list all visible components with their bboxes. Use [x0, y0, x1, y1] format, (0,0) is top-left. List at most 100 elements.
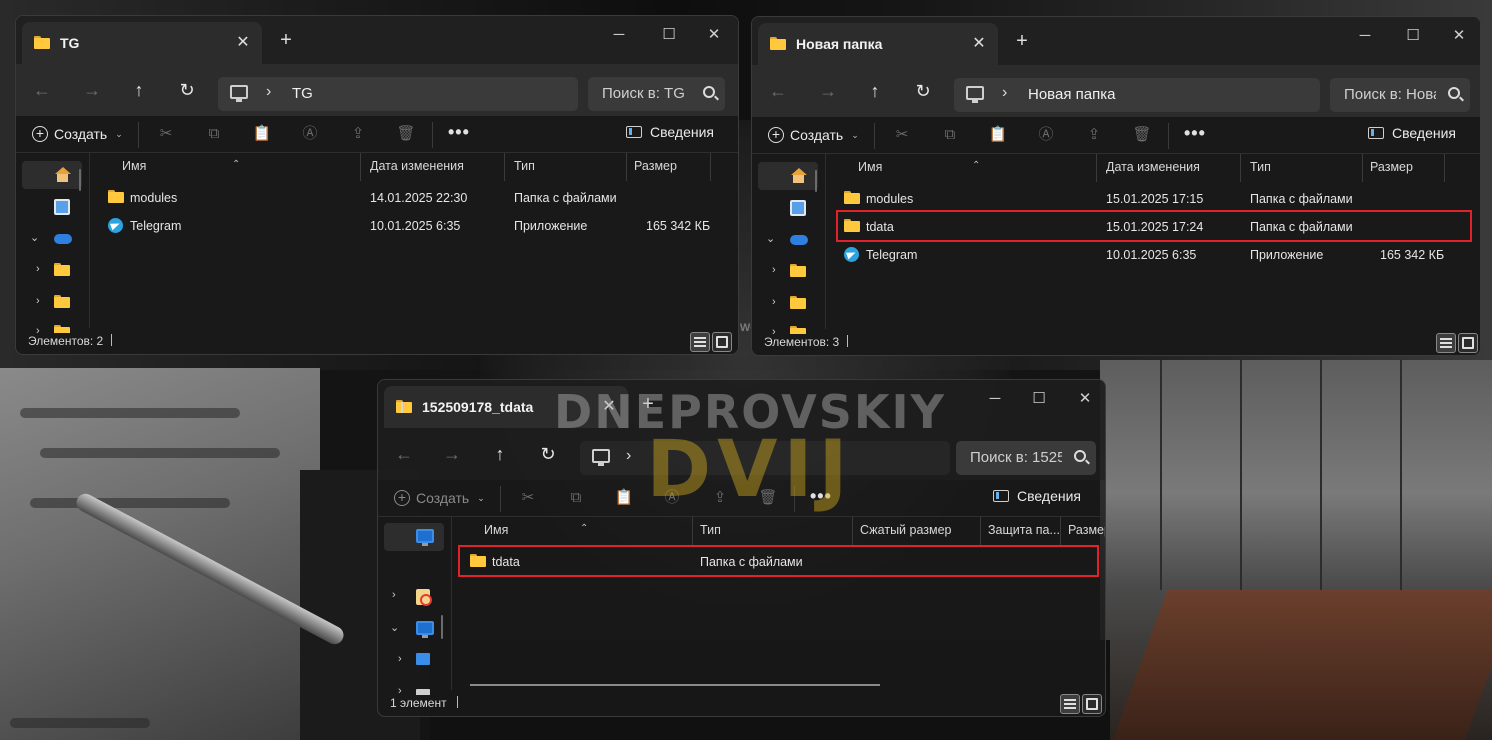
create-button[interactable]: + Создать ⌄ [768, 123, 859, 147]
minimize-button[interactable]: ─ [1352, 25, 1378, 47]
rename-icon[interactable]: Ⓐ [300, 124, 320, 144]
table-row[interactable]: Telegram 10.01.2025 6:35 Приложение 165 … [100, 213, 720, 239]
create-button[interactable]: + Создать ⌄ [32, 122, 123, 146]
tab-new-folder[interactable]: Новая папка ✕ [758, 23, 998, 65]
details-button[interactable]: Сведения [993, 488, 1081, 504]
close-tab-icon[interactable]: ✕ [968, 33, 990, 55]
refresh-button[interactable]: ↻ [536, 444, 560, 464]
details-view-button[interactable] [1436, 333, 1456, 353]
search-input[interactable]: Поиск в: 152509178_tdata [956, 441, 1096, 475]
new-tab-button[interactable]: + [275, 30, 297, 52]
refresh-button[interactable]: ↻ [175, 80, 199, 100]
new-tab-button[interactable]: + [1011, 31, 1033, 53]
file-name: modules [130, 191, 178, 205]
gallery-icon [790, 200, 806, 219]
sidebar-scrollbar[interactable] [815, 170, 817, 192]
column-headers: ⌃ Имя Тип Сжатый размер Защита па... Раз… [452, 517, 1105, 545]
cut-icon[interactable]: ✂ [892, 125, 912, 145]
sidebar-item-home[interactable] [758, 162, 818, 190]
sidebar-item-gallery[interactable] [22, 193, 82, 221]
rename-icon[interactable]: Ⓐ [1036, 125, 1056, 145]
forward-button[interactable]: → [816, 81, 840, 101]
up-button[interactable]: ↑ [488, 444, 512, 464]
details-button[interactable]: Сведения [1368, 125, 1456, 141]
refresh-button[interactable]: ↻ [911, 81, 935, 101]
close-tab-icon[interactable]: ✕ [232, 32, 254, 54]
paste-icon[interactable]: 📋 [252, 124, 272, 144]
horizontal-scrollbar[interactable] [470, 684, 880, 686]
table-row[interactable]: modules 15.01.2025 17:15 Папка с файлами [836, 186, 1456, 212]
maximize-button[interactable]: ☐ [1400, 25, 1426, 47]
column-compressed-size[interactable]: Сжатый размер [860, 523, 952, 537]
sidebar-item-folder[interactable]: › [758, 290, 818, 318]
details-view-button[interactable] [690, 332, 710, 352]
column-name[interactable]: Имя [858, 160, 882, 174]
column-size[interactable]: Размер [1370, 160, 1413, 174]
back-button[interactable]: ← [392, 444, 416, 464]
chevron-down-icon: ⌄ [30, 232, 40, 244]
tiles-view-button[interactable] [1082, 694, 1102, 714]
copy-icon[interactable]: ⧉ [940, 125, 960, 145]
address-bar[interactable]: › Новая папка [954, 78, 1320, 112]
minimize-button[interactable]: ─ [606, 24, 632, 46]
search-placeholder: Поиск в: TG [602, 85, 685, 102]
cut-icon[interactable]: ✂ [156, 124, 176, 144]
column-name[interactable]: Имя [122, 159, 146, 173]
create-button[interactable]: + Создать ⌄ [394, 486, 485, 510]
sidebar-item-this-pc[interactable]: ⌄ [384, 615, 444, 643]
close-window-button[interactable]: ✕ [1446, 25, 1472, 47]
tab-tg[interactable]: TG ✕ [22, 22, 262, 64]
details-button[interactable]: Сведения [626, 124, 714, 140]
column-type[interactable]: Тип [1250, 160, 1271, 174]
close-window-button[interactable]: ✕ [701, 24, 727, 46]
forward-button[interactable]: → [440, 444, 464, 464]
sidebar-scrollbar[interactable] [79, 169, 81, 191]
forward-button[interactable]: → [80, 80, 104, 100]
column-type[interactable]: Тип [514, 159, 535, 173]
sidebar-item-folder[interactable]: › [22, 257, 82, 285]
column-type[interactable]: Тип [700, 523, 721, 537]
delete-icon[interactable]: 🗑 [1132, 125, 1152, 145]
maximize-button[interactable]: ☐ [656, 24, 682, 46]
address-bar[interactable]: › TG [218, 77, 578, 111]
tiles-view-button[interactable] [712, 332, 732, 352]
up-button[interactable]: ↑ [863, 81, 887, 101]
more-options-icon[interactable]: ••• [448, 122, 470, 143]
search-input[interactable]: Поиск в: TG [588, 77, 725, 111]
column-name[interactable]: Имя [484, 523, 508, 537]
column-password-protected[interactable]: Защита па... [988, 523, 1060, 537]
column-size[interactable]: Размер [1068, 523, 1105, 537]
share-icon[interactable]: ⇪ [1084, 125, 1104, 145]
cut-icon[interactable]: ✂ [518, 488, 538, 508]
sidebar-item-document[interactable]: › [384, 583, 444, 611]
column-size[interactable]: Размер [634, 159, 677, 173]
up-button[interactable]: ↑ [127, 80, 151, 100]
file-date: 10.01.2025 6:35 [370, 219, 461, 233]
copy-icon[interactable]: ⧉ [204, 124, 224, 144]
sidebar-item-folder[interactable]: › [758, 258, 818, 286]
maximize-button[interactable]: ☐ [1026, 388, 1052, 410]
search-input[interactable]: Поиск в: Новая папка [1330, 78, 1470, 112]
sidebar-scrollbar[interactable] [441, 615, 443, 639]
sidebar-item-onedrive[interactable]: ⌄ [22, 225, 82, 253]
close-window-button[interactable]: ✕ [1072, 388, 1098, 410]
back-button[interactable]: ← [766, 81, 790, 101]
share-icon[interactable]: ⇪ [348, 124, 368, 144]
network-drive-icon [416, 653, 430, 668]
sidebar-item-onedrive[interactable]: ⌄ [758, 226, 818, 254]
delete-icon[interactable]: 🗑 [396, 124, 416, 144]
details-view-button[interactable] [1060, 694, 1080, 714]
column-date[interactable]: Дата изменения [1106, 160, 1200, 174]
sidebar-item-home[interactable] [22, 161, 82, 189]
paste-icon[interactable]: 📋 [988, 125, 1008, 145]
table-row[interactable]: Telegram 10.01.2025 6:35 Приложение 165 … [836, 242, 1456, 268]
sidebar-item-this-pc[interactable] [384, 523, 444, 551]
sidebar-item-folder[interactable]: › [22, 289, 82, 317]
sidebar-item-gallery[interactable] [758, 194, 818, 222]
column-date[interactable]: Дата изменения [370, 159, 464, 173]
tiles-view-button[interactable] [1458, 333, 1478, 353]
sidebar-item-drive[interactable]: › [384, 647, 444, 675]
back-button[interactable]: ← [30, 80, 54, 100]
table-row[interactable]: modules 14.01.2025 22:30 Папка с файлами [100, 185, 720, 211]
more-options-icon[interactable]: ••• [1184, 123, 1206, 144]
